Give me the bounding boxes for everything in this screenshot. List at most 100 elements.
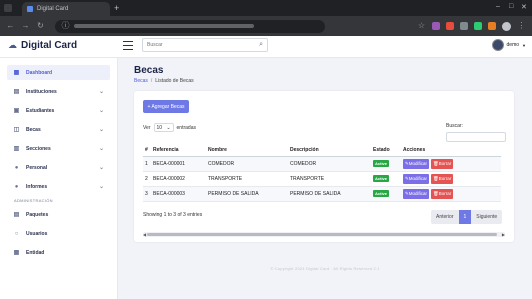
breadcrumb-current: Listado de Becas	[155, 78, 194, 84]
brand[interactable]: ☁ Digital Card	[8, 40, 77, 51]
extension-icon[interactable]	[488, 22, 496, 30]
becas-table: # Referencia Nombre Descripción Estado A…	[143, 145, 501, 202]
table-header-row: # Referencia Nombre Descripción Estado A…	[143, 145, 501, 157]
minimize-button[interactable]: –	[496, 3, 500, 10]
back-icon[interactable]: ←	[6, 22, 15, 30]
url-text	[74, 24, 254, 28]
sidebar-item-paquetes[interactable]: ▤ Paquetes	[7, 207, 110, 222]
becas-card: + Agregar Becas Ver 10 ⌄ entradas Buscar:…	[134, 91, 514, 242]
delete-button[interactable]: 🗑Borrar	[431, 158, 454, 169]
status-cell: Active	[371, 186, 401, 202]
extension-icon[interactable]	[446, 22, 454, 30]
chevron-down-icon: ⌄	[98, 108, 104, 114]
table-row: 1 BECA-000001 COMEDOR COMEDOR Active ✎Mo…	[143, 156, 501, 172]
browser-tab[interactable]: Digital Card	[22, 2, 110, 16]
actions-cell: ✎Modificar 🗑Borrar	[401, 156, 501, 172]
next-page-button[interactable]: Siguiente	[471, 210, 503, 224]
extension-icon[interactable]	[460, 22, 468, 30]
packages-icon: ▤	[13, 212, 20, 218]
page-length-select[interactable]: 10 ⌄	[153, 123, 174, 132]
scholarship-icon: ◫	[13, 127, 20, 133]
sidebar-item-label: Entidad	[26, 249, 45, 256]
sidebar-item-usuarios[interactable]: ○ Usuarios	[7, 226, 110, 241]
chevron-down-icon: ⌄	[98, 89, 104, 95]
page-1-button[interactable]: 1	[458, 210, 472, 224]
new-tab-button[interactable]: +	[114, 4, 119, 13]
sidebar-item-informes[interactable]: ● Informes ⌄	[7, 179, 110, 194]
table-search-input[interactable]	[446, 132, 506, 142]
delete-button[interactable]: 🗑Borrar	[431, 188, 454, 199]
sidebar-section-label: ADMINISTRACIÓN	[14, 198, 53, 203]
reference-cell: BECA-000003	[151, 186, 206, 202]
column-header[interactable]: Nombre	[206, 145, 288, 157]
actions-cell: ✎Modificar 🗑Borrar	[401, 186, 501, 202]
sections-icon: ▥	[13, 146, 20, 152]
bookmark-star-icon[interactable]: ☆	[417, 22, 426, 30]
status-badge: Active	[373, 175, 390, 182]
reference-cell: BECA-000001	[151, 156, 206, 172]
search-box: ⌕	[142, 38, 268, 52]
status-badge: Active	[373, 190, 390, 197]
show-label: Ver	[143, 124, 151, 131]
extension-icon[interactable]	[474, 22, 482, 30]
sidebar-item-becas[interactable]: ◫ Becas ⌄	[7, 122, 110, 137]
description-cell: COMEDOR	[288, 156, 371, 172]
scroll-left-icon[interactable]: ◀	[143, 232, 146, 237]
description-cell: PERMISO DE SALIDA	[288, 186, 371, 202]
page-length-control: Ver 10 ⌄ entradas	[143, 123, 196, 132]
column-header[interactable]: Estado	[371, 145, 401, 157]
scrollbar-thumb[interactable]	[147, 233, 497, 236]
sidebar-item-personal[interactable]: ● Personal ⌄	[7, 160, 110, 175]
add-beca-button[interactable]: + Agregar Becas	[143, 100, 189, 113]
chevron-down-icon: ⌄	[98, 184, 104, 190]
extension-icon[interactable]	[432, 22, 440, 30]
sidebar-item-estudiantes[interactable]: ▣ Estudiantes ⌄	[7, 103, 110, 118]
sidebar-item-instituciones[interactable]: ▤ Instituciones ⌄	[7, 84, 110, 99]
column-header[interactable]: Referencia	[151, 145, 206, 157]
edit-button[interactable]: ✎Modificar	[403, 158, 430, 169]
chevron-down-icon: ▼	[522, 42, 526, 48]
previous-page-button[interactable]: Anterior	[431, 210, 459, 224]
entries-label: entradas	[176, 124, 196, 131]
search-input[interactable]	[147, 42, 247, 48]
status-cell: Active	[371, 171, 401, 187]
browser-chrome: Digital Card + – □ ✕ ← → ↻ ⓘ ☆ ⋮	[0, 0, 532, 36]
maximize-button[interactable]: □	[509, 3, 513, 10]
breadcrumb-link[interactable]: Becas	[134, 78, 148, 84]
actions-cell: ✎Modificar 🗑Borrar	[401, 171, 501, 187]
scroll-right-icon[interactable]: ▶	[502, 232, 505, 237]
search-icon[interactable]: ⌕	[259, 41, 263, 49]
close-window-button[interactable]: ✕	[521, 3, 527, 11]
delete-button[interactable]: 🗑Borrar	[431, 173, 454, 184]
column-header[interactable]: Descripción	[288, 145, 371, 157]
menu-toggle-icon[interactable]	[123, 41, 133, 50]
sidebar-item-dashboard[interactable]: ▦ Dashboard	[7, 65, 110, 80]
forward-icon[interactable]: →	[21, 22, 30, 30]
app-header: ☁ Digital Card ⌕ demo ▼	[0, 36, 532, 58]
tab-search-icon[interactable]	[4, 4, 12, 12]
reload-icon[interactable]: ↻	[36, 22, 45, 30]
sidebar-item-label: Usuarios	[26, 230, 48, 237]
browser-toolbar: ← → ↻ ⓘ ☆ ⋮	[0, 16, 532, 36]
column-header[interactable]: #	[143, 145, 151, 157]
browser-profile-icon[interactable]	[502, 21, 511, 31]
chevron-down-icon: ⌄	[98, 165, 104, 171]
horizontal-scrollbar[interactable]: ◀ ▶	[143, 232, 505, 237]
user-menu[interactable]: demo ▼	[491, 39, 526, 51]
browser-menu-icon[interactable]: ⋮	[517, 22, 526, 30]
table-row: 3 BECA-000003 PERMISO DE SALIDA PERMISO …	[143, 186, 501, 202]
table-search-label: Buscar:	[446, 123, 463, 129]
sidebar-item-entidad[interactable]: ▦ Entidad	[7, 245, 110, 260]
sidebar-item-label: Becas	[26, 126, 41, 133]
edit-button[interactable]: ✎Modificar	[403, 188, 430, 199]
sidebar-item-secciones[interactable]: ▥ Secciones ⌄	[7, 141, 110, 156]
site-info-icon[interactable]: ⓘ	[61, 22, 70, 30]
chevron-down-icon: ⌄	[98, 146, 104, 152]
sidebar-item-label: Secciones	[26, 145, 51, 152]
address-bar[interactable]: ⓘ	[55, 19, 325, 33]
pagination: Anterior 1 Siguiente	[431, 210, 503, 224]
status-cell: Active	[371, 156, 401, 172]
edit-button[interactable]: ✎Modificar	[403, 173, 430, 184]
row-number: 2	[143, 171, 151, 187]
sidebar-item-label: Informes	[26, 183, 48, 190]
